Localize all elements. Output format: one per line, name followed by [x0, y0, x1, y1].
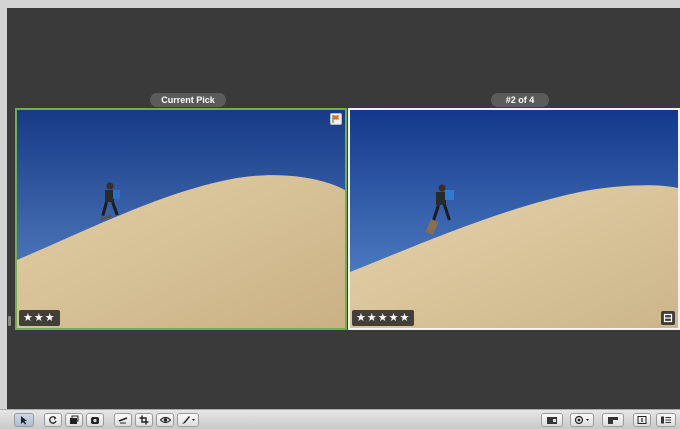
current-pick-label: Current Pick [150, 93, 226, 107]
single-view-icon [637, 416, 647, 424]
resize-handle[interactable] [8, 316, 11, 326]
stack-position-label: #2 of 4 [491, 93, 549, 107]
rotate-tool-button[interactable] [44, 413, 62, 427]
unstack-tool-button[interactable] [86, 413, 104, 427]
stack-icon-alt [91, 417, 99, 424]
photo-stack-item[interactable]: ★★★★★ [348, 108, 680, 330]
pick-flag-icon[interactable] [330, 113, 342, 125]
viewer-mode-icon [547, 417, 557, 424]
zoom-menu-button[interactable] [570, 413, 594, 427]
rating-stars[interactable]: ★★★ [19, 310, 60, 326]
rotate-icon [49, 416, 57, 424]
bottom-toolbar [0, 409, 680, 429]
straighten-tool-button[interactable] [114, 413, 132, 427]
stack-badge-icon[interactable] [661, 311, 675, 325]
adjust-icon [608, 417, 618, 424]
select-arrow-icon [21, 416, 27, 425]
straighten-icon [118, 417, 128, 424]
stack-tool-button[interactable] [65, 413, 83, 427]
red-eye-tool-button[interactable] [156, 413, 174, 427]
brush-icon [181, 416, 195, 424]
photo-image [350, 110, 678, 328]
info-view-icon [661, 416, 671, 424]
adjust-button[interactable] [602, 413, 624, 427]
photo-current-pick[interactable]: ★★★ [15, 108, 347, 330]
zoom-menu-icon [574, 415, 589, 425]
single-view-button[interactable] [633, 413, 651, 427]
crop-tool-button[interactable] [135, 413, 153, 427]
rating-stars[interactable]: ★★★★★ [352, 310, 415, 326]
crop-icon [139, 415, 149, 425]
select-tool-button[interactable] [14, 413, 34, 427]
stack-icon [70, 415, 79, 424]
photo-image [17, 110, 345, 328]
red-eye-icon [159, 416, 171, 424]
info-view-button[interactable] [656, 413, 676, 427]
brush-tool-menu[interactable] [177, 413, 199, 427]
viewer-mode-button[interactable] [541, 413, 563, 427]
